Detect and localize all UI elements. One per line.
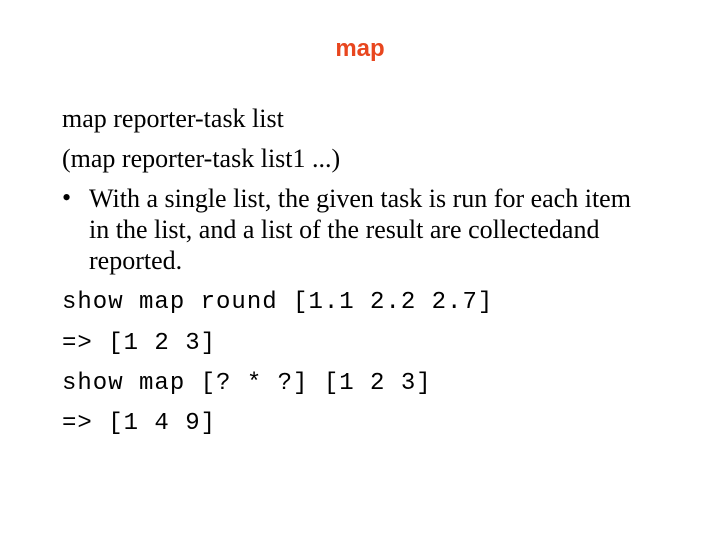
slide-title: map bbox=[335, 35, 385, 62]
bullet-icon: • bbox=[62, 183, 72, 212]
syntax-line-1: map reporter-task list bbox=[62, 104, 284, 133]
bullet-description: With a single list, the given task is ru… bbox=[89, 184, 631, 275]
code-line-2: show map [? * ?] [1 2 3] bbox=[62, 370, 432, 397]
code-result-1: => [1 2 3] bbox=[62, 330, 217, 357]
code-result-2: => [1 4 9] bbox=[62, 410, 217, 437]
code-line-1: show map round [1.1 2.2 2.7] bbox=[62, 289, 494, 316]
syntax-line-2: (map reporter-task list1 ...) bbox=[62, 144, 341, 173]
